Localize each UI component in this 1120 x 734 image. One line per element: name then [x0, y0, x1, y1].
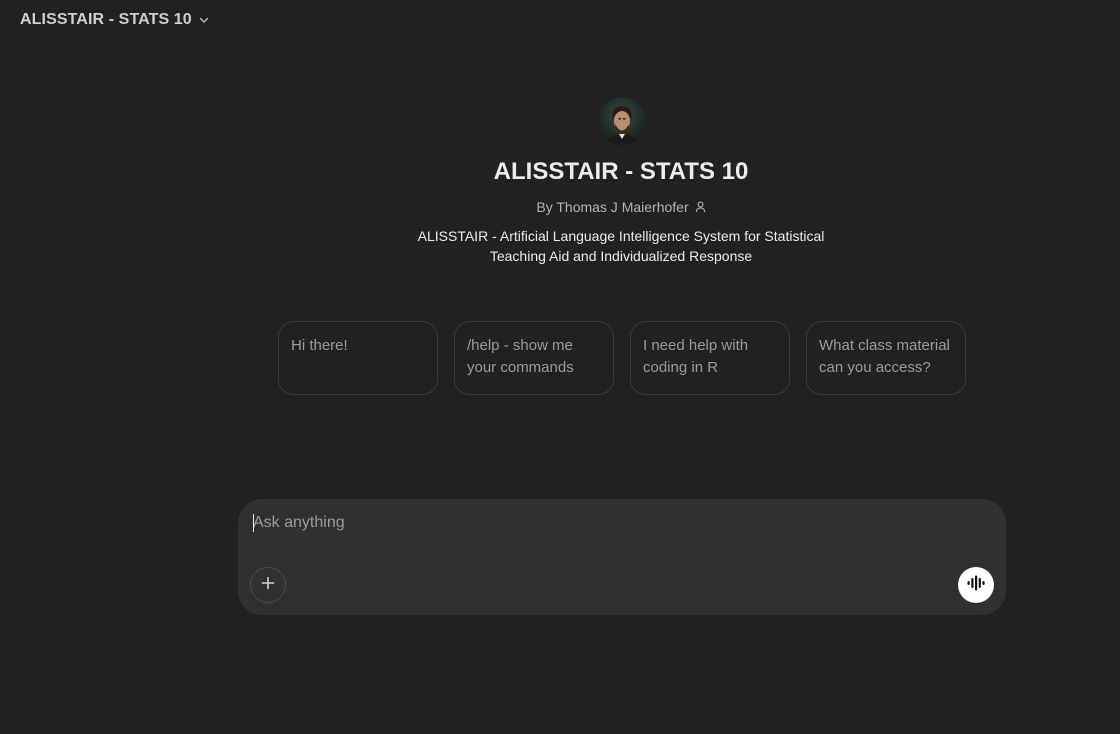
voice-waveform-icon — [966, 574, 986, 597]
chevron-down-icon — [198, 14, 210, 26]
model-title: ALISSTAIR - STATS 10 — [20, 11, 192, 28]
gpt-avatar — [598, 97, 646, 145]
author-text: By Thomas J Maierhofer — [536, 199, 689, 215]
attach-button[interactable] — [250, 567, 286, 603]
starter-coding-r[interactable]: I need help with coding in R — [630, 321, 790, 395]
voice-mode-button[interactable] — [958, 567, 994, 603]
starter-hi-there[interactable]: Hi there! — [278, 321, 438, 395]
plus-icon — [260, 575, 276, 596]
person-icon — [695, 200, 706, 216]
description-line: ALISSTAIR - Artificial Language Intellig… — [417, 228, 825, 244]
conversation-starters: Hi there! /help - show me your commands … — [278, 321, 966, 395]
text-caret — [253, 514, 254, 532]
message-input[interactable] — [253, 511, 953, 535]
model-selector[interactable]: ALISSTAIR - STATS 10 — [20, 9, 210, 31]
starter-help-commands[interactable]: /help - show me your commands — [454, 321, 614, 395]
starter-class-material[interactable]: What class material can you access? — [806, 321, 966, 395]
gpt-byline: By Thomas J Maierhofer — [0, 199, 1120, 216]
gpt-name: ALISSTAIR - STATS 10 — [493, 158, 749, 185]
composer — [238, 499, 1006, 615]
description-line: Teaching Aid and Individualized Response — [489, 248, 753, 264]
gpt-description: ALISSTAIR - Artificial Language Intellig… — [406, 226, 836, 266]
